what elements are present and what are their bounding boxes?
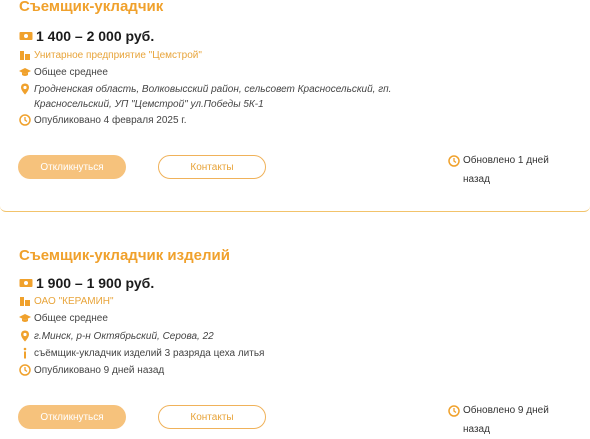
updated-text: Обновлено 1 дней назад [463, 155, 549, 185]
vacancy-card: Съемщик-укладчик изделий 1 900 – 1 900 р… [0, 232, 590, 435]
graduation-cap-icon [19, 314, 31, 322]
salary: 1 400 – 2 000 руб. [19, 28, 154, 44]
published-date: Опубликовано 4 февраля 2025 г. [34, 115, 187, 126]
company-row: Унитарное предприятие "Цемстрой" [19, 48, 202, 63]
education-row: Общее среднее [19, 311, 108, 326]
address-line-2: Красносельский, УП "Цемстрой" ул.Победы … [34, 99, 264, 110]
education-row: Общее среднее [19, 65, 108, 80]
education: Общее среднее [34, 313, 108, 324]
company-name[interactable]: ОАО "КЕРАМИН" [34, 294, 114, 309]
apply-button[interactable]: Откликнуться [18, 405, 126, 429]
clock-icon [448, 405, 460, 417]
updated-info: Обновлено 1 дней назад [448, 151, 573, 189]
location-pin-icon [21, 330, 29, 342]
apply-button[interactable]: Откликнуться [18, 155, 126, 179]
salary-value: 1 900 – 1 900 руб. [36, 275, 155, 291]
clock-icon [448, 155, 460, 167]
published-row: Опубликовано 4 февраля 2025 г. [19, 113, 187, 128]
contacts-button[interactable]: Контакты [158, 405, 266, 429]
updated-text: Обновлено 9 дней назад [463, 405, 549, 435]
building-icon [20, 297, 30, 306]
money-icon [19, 32, 33, 40]
info-icon [23, 347, 27, 359]
address-row: г.Минск, р-н Октябрьский, Серова, 22 [19, 329, 214, 344]
vacancy-title[interactable]: Съемщик-укладчик [19, 0, 163, 15]
info-row: съёмщик-укладчик изделий 3 разряда цеха … [19, 346, 264, 361]
vacancy-title[interactable]: Съемщик-укладчик изделий [19, 247, 230, 264]
location-pin-icon [21, 83, 29, 95]
published-date: Опубликовано 9 дней назад [34, 365, 165, 376]
job-description: съёмщик-укладчик изделий 3 разряда цеха … [34, 348, 265, 359]
education: Общее среднее [34, 67, 108, 78]
clock-icon [19, 364, 31, 376]
updated-info: Обновлено 9 дней назад [448, 401, 573, 439]
company-name[interactable]: Унитарное предприятие "Цемстрой" [34, 48, 202, 63]
contacts-button[interactable]: Контакты [158, 155, 266, 179]
published-row: Опубликовано 9 дней назад [19, 363, 164, 378]
address-row: Гродненская область, Волковысский район,… [19, 82, 391, 112]
clock-icon [19, 114, 31, 126]
salary: 1 900 – 1 900 руб. [19, 275, 154, 291]
money-icon [19, 279, 33, 287]
graduation-cap-icon [19, 68, 31, 76]
address: г.Минск, р-н Октябрьский, Серова, 22 [34, 331, 214, 342]
company-row: ОАО "КЕРАМИН" [19, 294, 114, 309]
vacancy-card: Съемщик-укладчик 1 400 – 2 000 руб. Унит… [0, 0, 590, 212]
building-icon [20, 51, 30, 60]
salary-value: 1 400 – 2 000 руб. [36, 28, 155, 44]
address-line-1: Гродненская область, Волковысский район,… [34, 84, 392, 95]
